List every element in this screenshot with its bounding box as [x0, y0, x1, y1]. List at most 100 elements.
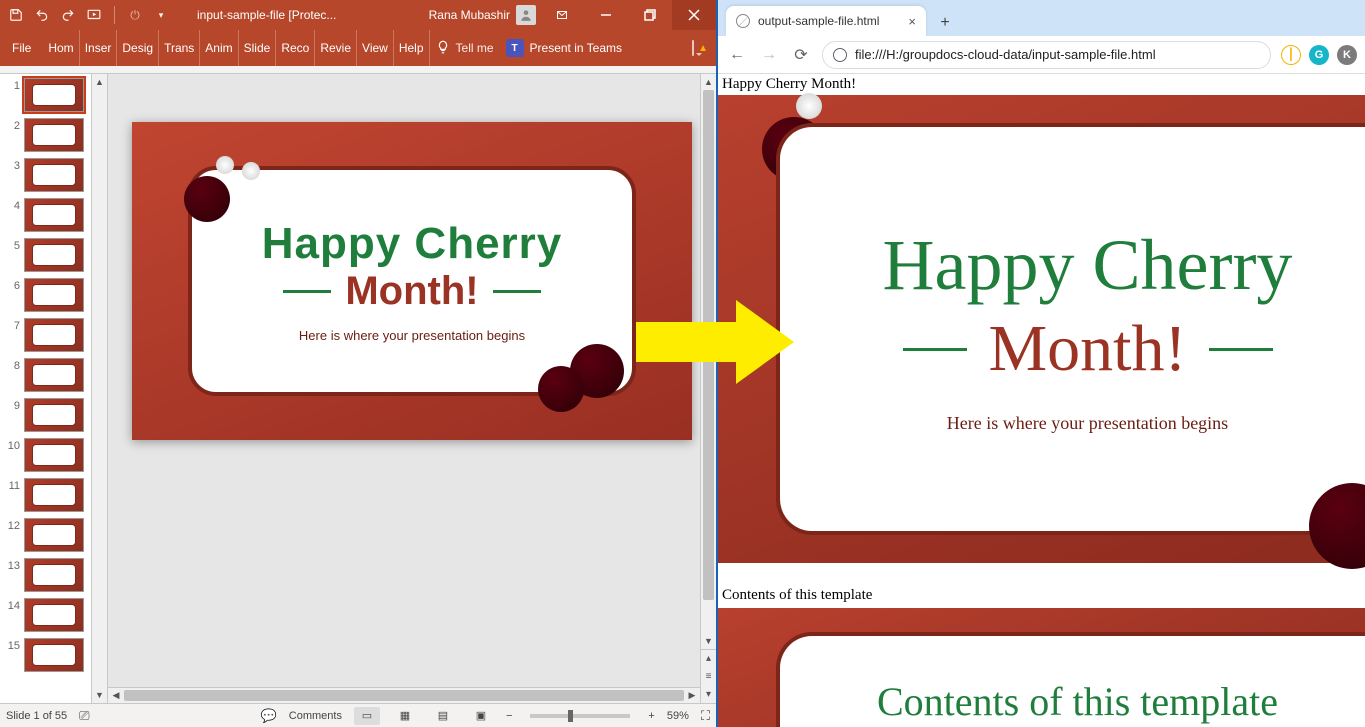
- tab-close-icon[interactable]: ×: [908, 14, 916, 29]
- autosave-icon[interactable]: ⏻: [127, 7, 143, 23]
- extension-icon[interactable]: ⎮: [1281, 45, 1301, 65]
- thumbnail-10[interactable]: 10: [4, 438, 91, 472]
- new-tab-button[interactable]: +: [932, 10, 958, 36]
- thumbnail-3[interactable]: 3: [4, 158, 91, 192]
- share-icon[interactable]: ▲: [698, 43, 708, 54]
- tab-design[interactable]: Desig: [117, 30, 159, 66]
- reload-icon[interactable]: ⟳: [790, 44, 812, 66]
- next-slide-icon[interactable]: ▾: [706, 689, 711, 700]
- back-icon[interactable]: ←: [726, 44, 748, 66]
- browser-tab[interactable]: ／ output-sample-file.html ×: [726, 6, 926, 36]
- accessibility-icon[interactable]: ⎚: [79, 708, 89, 724]
- slideshow-view-icon[interactable]: ▣: [468, 707, 494, 725]
- thumbnail-list[interactable]: 123456789101112131415: [0, 74, 91, 703]
- ribbon-display-options-icon[interactable]: [540, 0, 584, 30]
- extension-icon[interactable]: K: [1337, 45, 1357, 65]
- thumbnail-13[interactable]: 13: [4, 558, 91, 592]
- tab-review[interactable]: Revie: [315, 30, 357, 66]
- thumbnail-2[interactable]: 2: [4, 118, 91, 152]
- scroll-down-icon[interactable]: ▼: [92, 687, 107, 703]
- slide-counter[interactable]: Slide 1 of 55: [6, 710, 67, 722]
- address-bar[interactable]: file:///H:/groupdocs-cloud-data/input-sa…: [822, 41, 1271, 69]
- undo-icon[interactable]: [34, 7, 50, 23]
- thumbnail-preview[interactable]: [24, 598, 84, 632]
- lightbulb-icon[interactable]: [436, 40, 450, 57]
- extension-icon[interactable]: G: [1309, 45, 1329, 65]
- thumbnail-preview[interactable]: [24, 358, 84, 392]
- tab-transitions[interactable]: Trans: [159, 30, 200, 66]
- tab-help[interactable]: Help: [394, 30, 430, 66]
- sorter-view-icon[interactable]: ▦: [392, 707, 418, 725]
- from-beginning-icon[interactable]: [86, 7, 102, 23]
- thumbnail-preview[interactable]: [24, 438, 84, 472]
- thumbnail-preview[interactable]: [24, 158, 84, 192]
- scroll-thumb[interactable]: [703, 90, 714, 600]
- thumbnail-preview[interactable]: [24, 198, 84, 232]
- comments-icon[interactable]: 💬: [261, 708, 277, 724]
- minimize-icon[interactable]: [584, 0, 628, 30]
- thumbnail-preview[interactable]: [24, 478, 84, 512]
- reading-view-icon[interactable]: ▤: [430, 707, 456, 725]
- thumbnail-scrollbar[interactable]: ▲ ▼: [91, 74, 107, 703]
- thumbnail-preview[interactable]: [24, 238, 84, 272]
- thumbnail-preview[interactable]: [24, 398, 84, 432]
- thumbnail-5[interactable]: 5: [4, 238, 91, 272]
- slide-canvas[interactable]: Happy Cherry Month! Here is where your p…: [108, 74, 716, 703]
- thumbnail-9[interactable]: 9: [4, 398, 91, 432]
- browser-viewport[interactable]: Happy Cherry Month! Happy Cherry Month! …: [718, 74, 1365, 727]
- zoom-in-icon[interactable]: +: [648, 710, 654, 722]
- close-icon[interactable]: [672, 0, 716, 30]
- scroll-thumb[interactable]: [124, 690, 684, 701]
- site-info-icon[interactable]: [833, 48, 847, 62]
- tab-animations[interactable]: Anim: [200, 30, 238, 66]
- zoom-level[interactable]: 59%: [667, 710, 689, 722]
- scroll-right-icon[interactable]: ▶: [684, 688, 700, 703]
- thumbnail-preview[interactable]: [24, 518, 84, 552]
- redo-icon[interactable]: [60, 7, 76, 23]
- slide[interactable]: Happy Cherry Month! Here is where your p…: [132, 122, 692, 440]
- user-name[interactable]: Rana Mubashir: [429, 8, 510, 22]
- comments-label[interactable]: Comments: [289, 710, 342, 722]
- restore-icon[interactable]: [628, 0, 672, 30]
- tab-view[interactable]: View: [357, 30, 394, 66]
- thumbnail-preview[interactable]: [24, 278, 84, 312]
- scroll-left-icon[interactable]: ◀: [108, 688, 124, 703]
- fit-to-window-icon[interactable]: ⛶: [701, 708, 710, 724]
- scroll-up-icon[interactable]: ▲: [92, 74, 107, 90]
- scroll-up-icon[interactable]: ▲: [701, 74, 716, 90]
- thumbnail-7[interactable]: 7: [4, 318, 91, 352]
- thumbnail-preview[interactable]: [24, 78, 84, 112]
- user-avatar-icon[interactable]: [516, 5, 536, 25]
- thumbnail-14[interactable]: 14: [4, 598, 91, 632]
- thumbnail-8[interactable]: 8: [4, 358, 91, 392]
- forward-icon[interactable]: →: [758, 44, 780, 66]
- thumbnail-1[interactable]: 1: [4, 78, 91, 112]
- thumbnail-11[interactable]: 11: [4, 478, 91, 512]
- qat-customize-icon[interactable]: ▾: [153, 7, 169, 23]
- tell-me[interactable]: Tell me: [456, 41, 494, 55]
- tab-insert[interactable]: Inser: [80, 30, 118, 66]
- scroll-down-icon[interactable]: ▼: [701, 633, 716, 649]
- file-tab[interactable]: File: [0, 30, 43, 66]
- prev-slide-icon[interactable]: ▴: [706, 653, 711, 664]
- thumbnail-preview[interactable]: [24, 638, 84, 672]
- thumbnail-preview[interactable]: [24, 558, 84, 592]
- thumbnail-6[interactable]: 6: [4, 278, 91, 312]
- present-in-teams[interactable]: T Present in Teams: [506, 39, 623, 57]
- canvas-horizontal-scrollbar[interactable]: ◀ ▶: [108, 687, 700, 703]
- zoom-knob[interactable]: [568, 710, 573, 722]
- zoom-slider[interactable]: [530, 714, 630, 718]
- save-icon[interactable]: [8, 7, 24, 23]
- tab-home[interactable]: Hom: [43, 30, 79, 66]
- thumbnail-preview[interactable]: [24, 118, 84, 152]
- thumbnail-15[interactable]: 15: [4, 638, 91, 672]
- canvas-vertical-scrollbar[interactable]: ▲ ▼ ▴ ≡ ▾: [700, 74, 716, 703]
- thumbnail-4[interactable]: 4: [4, 198, 91, 232]
- normal-view-icon[interactable]: ▭: [354, 707, 380, 725]
- thumbnail-preview[interactable]: [24, 318, 84, 352]
- thumbnail-12[interactable]: 12: [4, 518, 91, 552]
- tab-slideshow[interactable]: Slide: [239, 30, 277, 66]
- zoom-out-icon[interactable]: −: [506, 710, 512, 722]
- scroll-track[interactable]: [124, 688, 684, 703]
- comments-toggle-icon[interactable]: [692, 41, 694, 55]
